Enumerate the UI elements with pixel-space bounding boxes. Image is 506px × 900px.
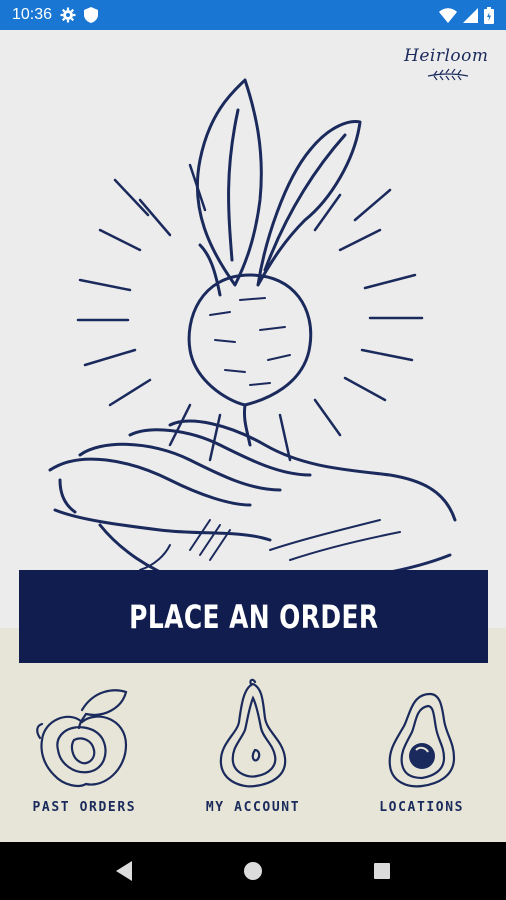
- avocado-half-icon: [382, 678, 462, 790]
- back-button[interactable]: [99, 846, 149, 896]
- beet-over-hand-illustration: [48, 78, 457, 590]
- my-account-label: MY ACCOUNT: [205, 800, 301, 815]
- status-time: 10:36: [12, 6, 53, 23]
- recents-button[interactable]: [357, 846, 407, 896]
- past-orders-tile[interactable]: PAST ORDERS: [0, 678, 169, 828]
- my-account-tile[interactable]: MY ACCOUNT: [169, 678, 338, 828]
- place-order-label: PLACE AN ORDER: [128, 597, 379, 636]
- back-icon: [116, 861, 133, 881]
- locations-label: LOCATIONS: [379, 800, 465, 815]
- pear-half-icon: [213, 678, 293, 790]
- past-orders-label: PAST ORDERS: [32, 800, 137, 815]
- shield-icon: [84, 7, 99, 23]
- nav-tiles: PAST ORDERS MY ACCOUNT LOCATIONS: [0, 678, 506, 828]
- signal-icon: [463, 7, 478, 23]
- gear-icon: [60, 7, 76, 23]
- place-order-button[interactable]: PLACE AN ORDER: [19, 570, 488, 663]
- recents-icon: [373, 863, 390, 879]
- locations-tile[interactable]: LOCATIONS: [337, 678, 506, 828]
- home-icon: [243, 862, 262, 880]
- battery-icon: [484, 6, 494, 24]
- home-button[interactable]: [228, 846, 278, 896]
- status-bar: 10:36: [0, 0, 506, 30]
- hero-area: Heirloom: [0, 30, 506, 628]
- system-nav-bar: [0, 842, 506, 900]
- apple-half-icon: [34, 678, 134, 790]
- wifi-icon: [439, 7, 457, 23]
